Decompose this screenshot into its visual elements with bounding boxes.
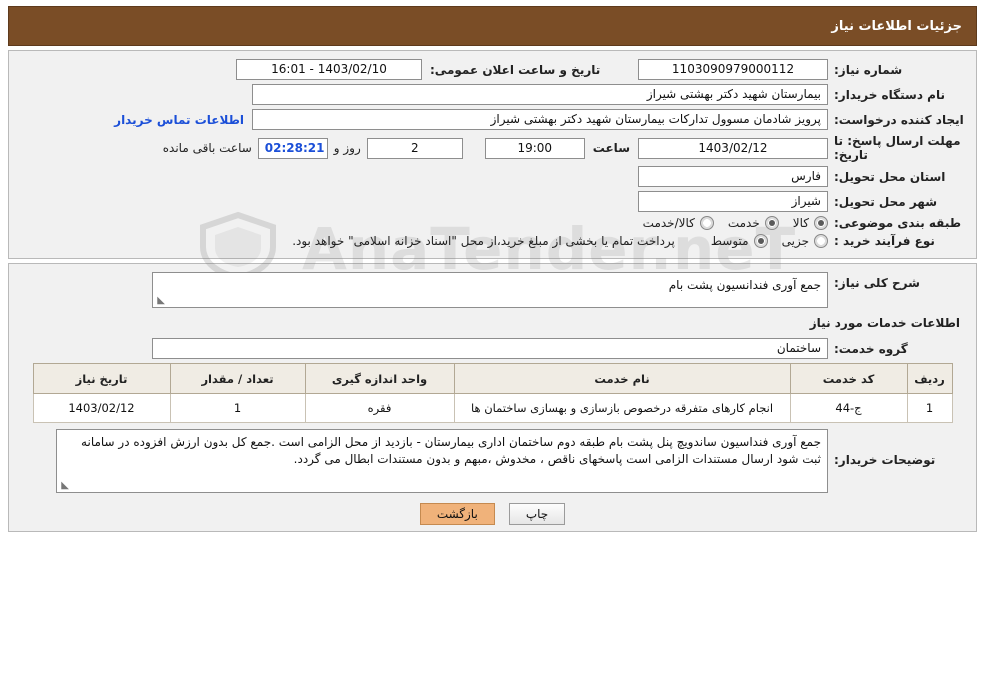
category-label: طبقه بندی موضوعی: — [834, 216, 962, 230]
process-option-label: متوسط — [710, 234, 749, 248]
row-city: شهر محل تحویل: شیراز — [19, 191, 966, 212]
row-process-type: نوع فرآیند خرید : جزیی متوسط پرداخت تمام… — [19, 234, 966, 248]
th-unit: واحد اندازه گیری — [304, 363, 455, 394]
cell-date: 1403/02/12 — [32, 393, 171, 423]
requester-value: پرویز شادمان مسوول تدارکات بیمارستان شهی… — [252, 109, 828, 130]
category-option-kala[interactable]: کالا — [793, 216, 828, 230]
row-province: استان محل تحویل: فارس — [19, 166, 966, 187]
row-service-group: گروه خدمت: ساختمان — [19, 338, 966, 359]
announce-datetime-label: تاریخ و ساعت اعلان عمومی: — [430, 62, 601, 77]
process-option-motevaset[interactable]: متوسط — [711, 234, 768, 248]
cell-code: ج-44 — [789, 393, 908, 423]
need-details-panel: AnaTender.neT شماره نیاز: 11030909790001… — [8, 50, 977, 283]
cell-name: انجام کارهای متفرقه درخصوص بازسازی و بهس… — [453, 393, 791, 423]
buyer-org-label: نام دستگاه خریدار: — [834, 87, 945, 102]
buyer-contact-link[interactable]: اطلاعات تماس خریدار — [114, 113, 252, 127]
table-row: 1 ج-44 انجام کارهای متفرقه درخصوص بازساز… — [32, 393, 953, 423]
general-description-text: جمع آوری فندانسیون پشت بام — [668, 278, 821, 292]
th-index: ردیف — [906, 363, 953, 394]
row-requester: ایجاد کننده درخواست: پرویز شادمان مسوول … — [19, 109, 966, 130]
process-note: پرداخت تمام یا بخشی از مبلغ خرید،از محل … — [292, 234, 675, 248]
radio-icon[interactable] — [764, 216, 779, 230]
th-qty: تعداد / مقدار — [169, 363, 306, 394]
row-buyer-notes: توضیحات خریدار: جمع آوری فنداسیون ساندوی… — [19, 429, 966, 493]
th-name: نام خدمت — [453, 363, 791, 394]
table-header-row: ردیف کد خدمت نام خدمت واحد اندازه گیری ت… — [32, 363, 953, 394]
description-panel: شرح کلی نیاز: جمع آوری فندانسیون پشت بام… — [8, 263, 977, 532]
province-label: استان محل تحویل: — [834, 169, 946, 184]
category-option-khedmat[interactable]: خدمت — [728, 216, 779, 230]
row-buyer-org: نام دستگاه خریدار: بیمارستان شهید دکتر ب… — [19, 84, 966, 105]
service-group-label: گروه خدمت: — [834, 341, 908, 356]
remaining-time: 02:28:21 — [257, 137, 328, 159]
category-option-kala-khedmat[interactable]: کالا/خدمت — [643, 216, 714, 230]
process-option-label: جزیی — [781, 234, 809, 248]
general-description-label: شرح کلی نیاز: — [834, 276, 920, 290]
row-need-number: شماره نیاز: 1103090979000112 تاریخ و ساع… — [19, 59, 966, 80]
need-number-value: 1103090979000112 — [638, 59, 828, 80]
print-button[interactable]: چاپ — [508, 503, 566, 525]
remaining-days: 2 — [366, 137, 463, 159]
radio-icon[interactable] — [814, 216, 828, 230]
category-radio-group: کالا خدمت کالا/خدمت — [643, 216, 828, 230]
deadline-date: 1403/02/12 — [638, 137, 828, 159]
category-option-label: کالا — [792, 216, 809, 230]
resize-grip-icon[interactable]: ◣ — [155, 296, 165, 306]
radio-icon[interactable] — [699, 216, 714, 230]
radio-icon[interactable] — [814, 234, 828, 248]
city-value: شیراز — [638, 191, 828, 212]
buyer-notes-text: جمع آوری فنداسیون ساندویچ پنل پشت بام طب… — [81, 435, 821, 466]
th-date: تاریخ نیاز — [32, 363, 171, 394]
province-value: فارس — [638, 166, 828, 187]
requester-label: ایجاد کننده درخواست: — [834, 112, 964, 127]
city-label: شهر محل تحویل: — [834, 194, 938, 209]
remaining-suffix: ساعت باقی مانده — [162, 141, 252, 155]
deadline-hour: 19:00 — [484, 137, 585, 159]
deadline-label: مهلت ارسال پاسخ: تا تاریخ: — [834, 134, 961, 162]
cell-index: 1 — [906, 393, 953, 423]
category-option-label: کالا/خدمت — [642, 216, 695, 230]
cell-unit: فقره — [304, 393, 455, 423]
buyer-org-value: بیمارستان شهید دکتر بهشتی شیراز — [252, 84, 828, 105]
process-radio-group: جزیی متوسط — [711, 234, 828, 248]
th-code: کد خدمت — [789, 363, 908, 394]
process-option-jozei[interactable]: جزیی — [782, 234, 828, 248]
row-general-description: شرح کلی نیاز: جمع آوری فندانسیون پشت بام… — [19, 272, 966, 308]
resize-grip-icon[interactable]: ◣ — [59, 481, 69, 491]
remaining-days-label: روز و — [333, 141, 361, 155]
process-label: نوع فرآیند خرید : — [834, 234, 935, 248]
services-table: ردیف کد خدمت نام خدمت واحد اندازه گیری ت… — [32, 363, 953, 423]
general-description-value: جمع آوری فندانسیون پشت بام ◣ — [152, 272, 828, 308]
page-root: جزئیات اطلاعات نیاز AnaTender.neT شماره … — [0, 6, 985, 697]
row-deadline: مهلت ارسال پاسخ: تا تاریخ: 1403/02/12 سا… — [19, 134, 966, 162]
footer-buttons: چاپ بازگشت — [19, 503, 966, 525]
buyer-notes-value: جمع آوری فنداسیون ساندویچ پنل پشت بام طب… — [56, 429, 828, 493]
buyer-notes-label: توضیحات خریدار: — [834, 453, 936, 467]
announce-datetime-value: 1403/02/10 - 16:01 — [236, 59, 422, 80]
page-title: جزئیات اطلاعات نیاز — [831, 18, 962, 34]
page-header: جزئیات اطلاعات نیاز — [8, 6, 977, 46]
need-number-label: شماره نیاز: — [834, 62, 903, 77]
category-option-label: خدمت — [727, 216, 760, 230]
radio-icon[interactable] — [753, 234, 768, 248]
service-group-value: ساختمان — [152, 338, 828, 359]
services-info-title: اطلاعات خدمات مورد نیاز — [809, 316, 960, 330]
row-category: طبقه بندی موضوعی: کالا خدمت کالا/خدمت — [19, 216, 966, 230]
deadline-hour-label: ساعت — [592, 141, 630, 155]
cell-qty: 1 — [169, 393, 306, 423]
back-button[interactable]: بازگشت — [419, 503, 495, 525]
